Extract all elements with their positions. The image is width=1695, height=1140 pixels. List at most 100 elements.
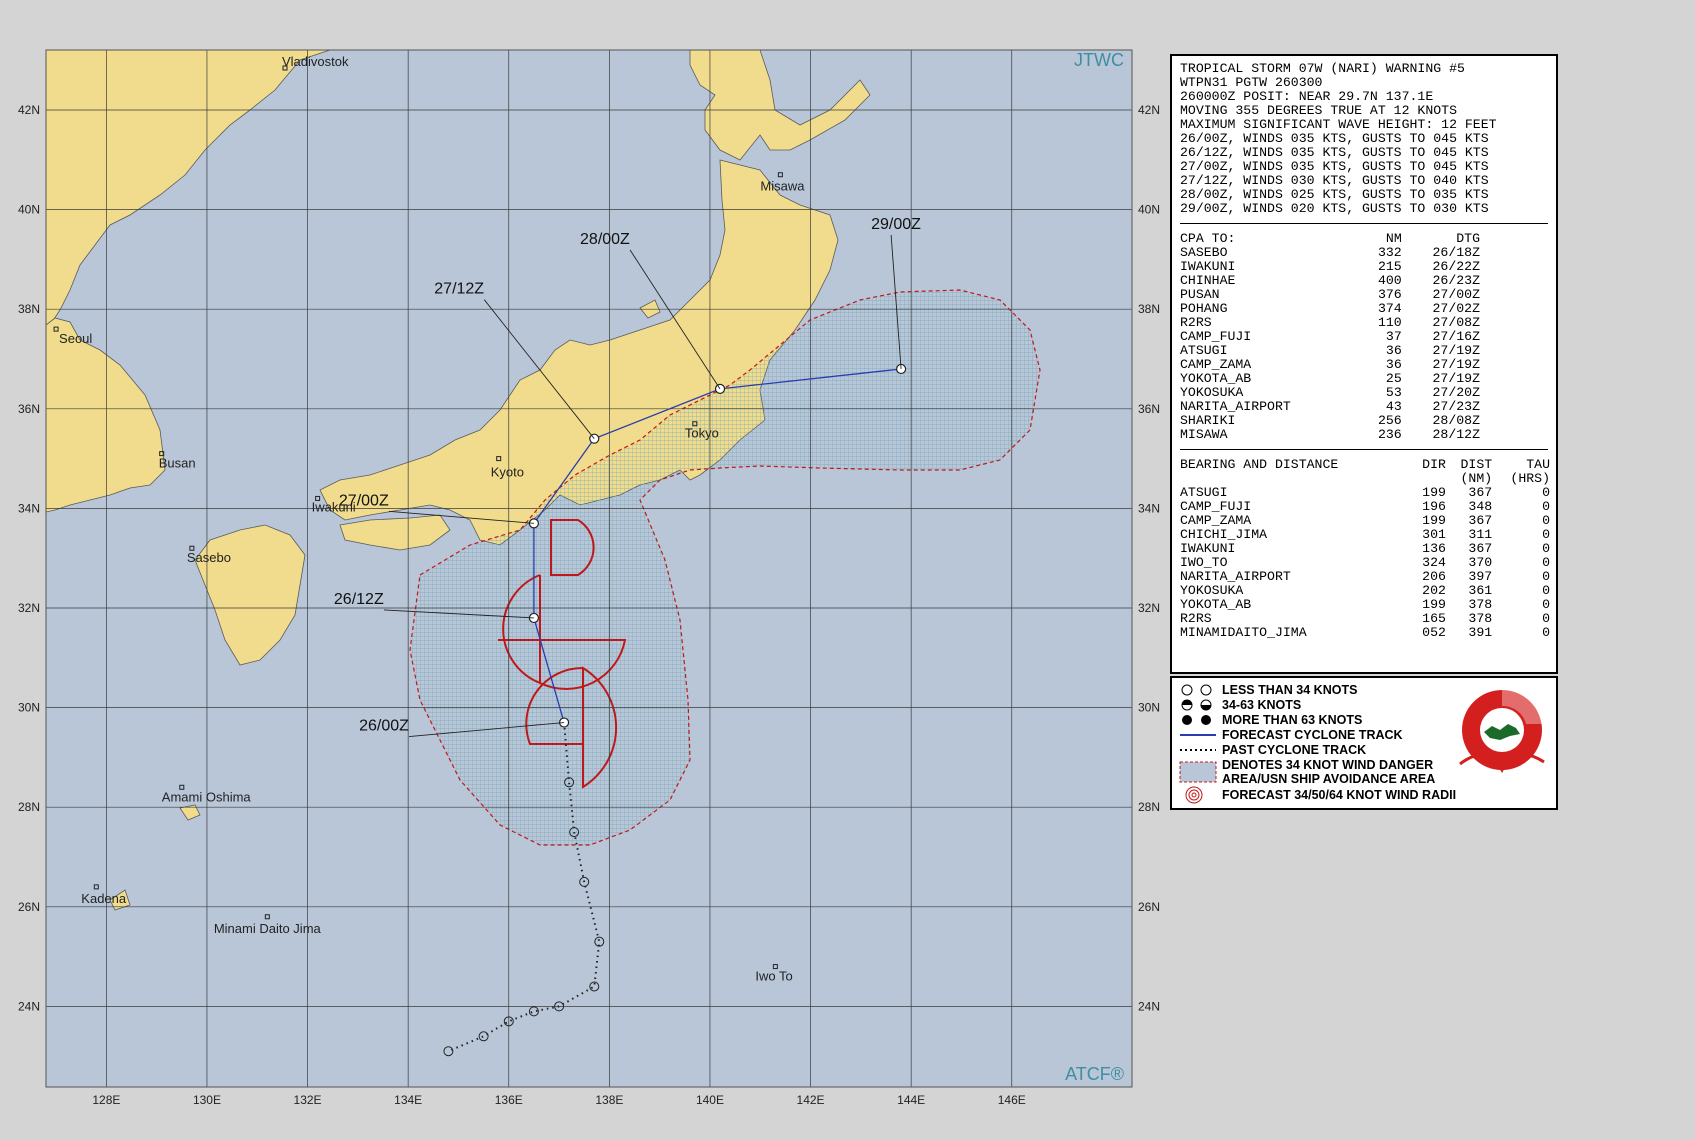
bearing-table: BEARING AND DISTANCE DIR DIST TAU (NM) (HRS) A… — [1180, 458, 1550, 640]
table-cell: 27/19Z — [1432, 357, 1480, 372]
table-cell: 0 — [1542, 513, 1550, 528]
warning-header: TROPICAL STORM 07W (NARI) WARNING #5 WTPN… — [1180, 62, 1548, 216]
city-label: Misawa — [760, 179, 805, 194]
warning-line: MOVING 355 DEGREES TRUE AT 12 KNOTS — [1180, 103, 1457, 118]
lat-tick-label: 30N — [1138, 701, 1160, 715]
table-cell: 311 — [1468, 527, 1493, 542]
table-cell: 0 — [1542, 625, 1550, 640]
warning-line: TROPICAL STORM 07W (NARI) WARNING #5 — [1180, 61, 1465, 76]
lat-tick-label: 38N — [18, 302, 40, 316]
table-cell: IWAKUNI — [1180, 541, 1236, 556]
warning-line: 26/12Z, WINDS 035 KTS, GUSTS TO 045 KTS — [1180, 145, 1489, 160]
bearing-row: IWO_TO 324 370 0 — [1180, 556, 1550, 570]
table-cell: 367 — [1468, 513, 1493, 528]
table-cell: 27/00Z — [1432, 287, 1480, 302]
table-cell: 374 — [1377, 301, 1402, 316]
bearing-row: IWAKUNI 136 367 0 — [1180, 542, 1550, 556]
city-label: Seoul — [59, 331, 92, 346]
table-cell: 43 — [1385, 399, 1402, 414]
table-cell: 0 — [1542, 611, 1550, 626]
table-cell: 324 — [1422, 555, 1446, 570]
table-cell: 0 — [1542, 499, 1550, 514]
legend-label: LESS THAN 34 KNOTS — [1222, 682, 1358, 697]
table-cell: ATSUGI — [1180, 485, 1228, 500]
lon-tick-label: 146E — [998, 1093, 1026, 1107]
table-cell: 165 — [1422, 611, 1446, 626]
legend-label: 34-63 KNOTS — [1222, 697, 1302, 712]
table-cell: MINAMIDAITO_JIMA — [1180, 625, 1307, 640]
legend-label: FORECAST 34/50/64 KNOT WIND RADII — [1222, 787, 1457, 802]
table-cell: 301 — [1422, 527, 1446, 542]
table-cell: YOKOTA_AB — [1180, 371, 1252, 386]
table-cell: 26/23Z — [1432, 273, 1480, 288]
lat-tick-label: 24N — [18, 999, 40, 1013]
lat-tick-label: 24N — [1138, 999, 1160, 1013]
table-cell: 370 — [1468, 555, 1493, 570]
table-cell: 367 — [1468, 485, 1493, 500]
table-cell: 36 — [1385, 343, 1402, 358]
warning-line: 27/12Z, WINDS 030 KTS, GUSTS TO 040 KTS — [1180, 173, 1489, 188]
lat-tick-label: 30N — [18, 701, 40, 715]
table-cell: YOKOSUKA — [1180, 583, 1244, 598]
table-cell — [1180, 472, 1411, 486]
legend-label: DENOTES 34 KNOT WIND DANGER AREA/USN SHIP… — [1222, 758, 1436, 786]
legend-label: FORECAST CYCLONE TRACK — [1222, 727, 1403, 742]
lon-tick-label: 140E — [696, 1093, 724, 1107]
cpa-row: NARITA_AIRPORT 43 27/23Z — [1180, 400, 1480, 414]
table-cell: SASEBO — [1180, 245, 1228, 260]
lat-labels-left: 42N 40N 38N 36N 34N 32N 30N 28N 26N 24N — [18, 103, 40, 1013]
table-cell: 26/22Z — [1432, 259, 1480, 274]
city-label: Amami Oshima — [162, 789, 252, 804]
table-cell: CHINHAE — [1180, 273, 1236, 288]
jtwc-credit: JTWC — [1074, 50, 1124, 70]
lat-tick-label: 36N — [1138, 402, 1160, 416]
table-cell: 26/18Z — [1432, 245, 1480, 260]
bearing-row: CHICHI_JIMA 301 311 0 — [1180, 528, 1550, 542]
table-cell: 361 — [1468, 583, 1493, 598]
table-cell: 052 — [1422, 625, 1446, 640]
lat-tick-label: 28N — [18, 800, 40, 814]
lat-tick-label: 38N — [1138, 302, 1160, 316]
table-cell: 0 — [1542, 541, 1550, 556]
table-cell: 206 — [1422, 569, 1446, 584]
table-cell: 0 — [1542, 485, 1550, 500]
cpa-row: MISAWA 236 28/12Z — [1180, 428, 1480, 442]
legend-label: MORE THAN 63 KNOTS — [1222, 712, 1363, 727]
warning-line: 29/00Z, WINDS 020 KTS, GUSTS TO 030 KTS — [1180, 201, 1489, 216]
lat-tick-label: 40N — [18, 203, 40, 217]
bearing-row: NARITA_AIRPORT 206 397 0 — [1180, 570, 1550, 584]
table-cell: 27/08Z — [1432, 315, 1480, 330]
table-cell: 202 — [1422, 583, 1446, 598]
table-cell: CAMP_ZAMA — [1180, 513, 1252, 528]
half-storm-icon — [1178, 698, 1222, 712]
table-cell: DIR — [1422, 457, 1446, 472]
divider — [1180, 223, 1548, 224]
table-cell: 397 — [1468, 569, 1493, 584]
table-cell: 196 — [1422, 499, 1446, 514]
cpa-table: CPA TO: NM DTG SASEBO 332 26/18Z IWAKUNI 215 26/… — [1180, 232, 1480, 442]
lat-tick-label: 42N — [1138, 103, 1160, 117]
wind-radii-icon — [1178, 786, 1222, 803]
warning-text-panel: TROPICAL STORM 07W (NARI) WARNING #5 WTPN… — [1170, 54, 1558, 674]
city-label: Iwakuni — [312, 499, 356, 514]
table-cell: ATSUGI — [1180, 343, 1228, 358]
table-cell: YOKOSUKA — [1180, 385, 1244, 400]
cpa-row: CHINHAE 400 26/23Z — [1180, 274, 1480, 288]
lat-tick-label: 34N — [18, 501, 40, 515]
lon-tick-label: 142E — [797, 1093, 825, 1107]
forecast-time-label: 29/00Z — [871, 216, 921, 233]
table-cell: CAMP_FUJI — [1180, 499, 1252, 514]
cpa-row: SHARIKI 256 28/08Z — [1180, 414, 1480, 428]
cpa-row: YOKOSUKA 53 27/20Z — [1180, 386, 1480, 400]
cpa-row: POHANG 374 27/02Z — [1180, 302, 1480, 316]
city-label: Sasebo — [187, 550, 231, 565]
table-cell: 0 — [1542, 555, 1550, 570]
danger-area-icon — [1178, 759, 1222, 785]
forecast-time-label: 26/00Z — [359, 718, 409, 735]
table-cell: 28/08Z — [1432, 413, 1480, 428]
legend-item: FORECAST 34/50/64 KNOT WIND RADII — [1178, 786, 1550, 803]
table-cell: 378 — [1468, 597, 1493, 612]
table-cell: 0 — [1542, 569, 1550, 584]
table-cell: 28/12Z — [1432, 427, 1480, 442]
lat-tick-label: 40N — [1138, 203, 1160, 217]
